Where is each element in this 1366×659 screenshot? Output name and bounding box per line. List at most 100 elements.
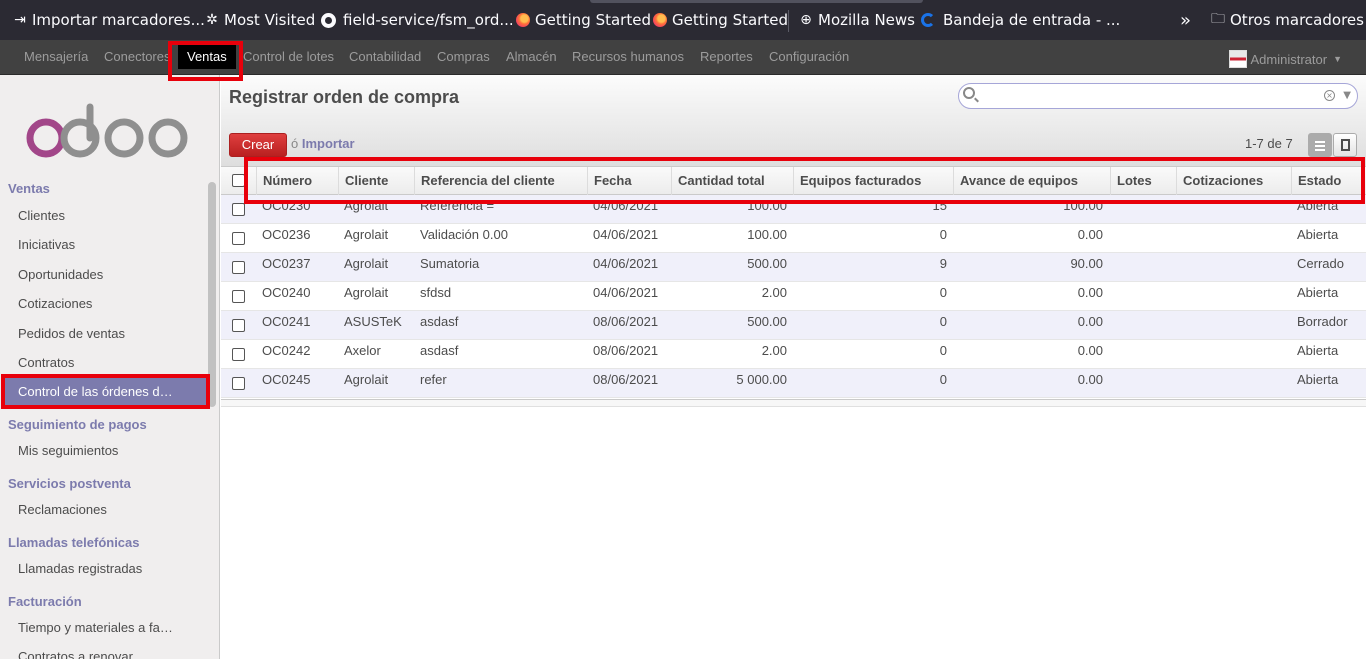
bookmark-most-visited[interactable]: ✲ Most Visited: [204, 0, 315, 40]
cell-cliente: Agrolait: [344, 372, 389, 387]
bookmark-inbox[interactable]: Bandeja de entrada - ...: [920, 0, 1120, 40]
column-lotes[interactable]: Lotes: [1110, 167, 1176, 195]
row-checkbox[interactable]: [232, 261, 245, 274]
sidebar-item-tiempo-materiales[interactable]: Tiempo y materiales a fa…: [18, 620, 173, 635]
bookmarks-toolbar: ⇥ Importar marcadores... ✲ Most Visited fi…: [0, 0, 1366, 40]
cell-equipos-facturados: 15: [932, 198, 947, 213]
menu-conectores[interactable]: Conectores: [104, 49, 170, 64]
cell-avance-equipos: 0.00: [1077, 227, 1103, 242]
cell-referencia: Validación 0.00: [420, 227, 508, 242]
sidebar-scrollbar[interactable]: [208, 182, 216, 407]
bookmark-getting-started-1[interactable]: Getting Started: [515, 0, 651, 40]
sidebar-item-oportunidades[interactable]: Oportunidades: [18, 267, 103, 282]
cell-estado: Abierta: [1297, 343, 1339, 358]
list-view-button[interactable]: [1308, 133, 1332, 157]
sidebar-item-iniciativas[interactable]: Iniciativas: [18, 237, 75, 252]
menu-reportes[interactable]: Reportes: [700, 49, 753, 64]
cell-lotes: [1116, 282, 1176, 311]
sidebar-section-llamadas[interactable]: Llamadas telefónicas: [8, 535, 140, 550]
table-row[interactable]: OC0245 Agrolait refer 08/06/2021 5 000.00 0 0.…: [221, 369, 1366, 398]
column-cantidad-total[interactable]: Cantidad total: [671, 167, 793, 195]
sidebar-item-mis-seguimientos[interactable]: Mis seguimientos: [18, 443, 118, 458]
sidebar-item-contratos-renovar[interactable]: Contratos a renovar: [18, 649, 133, 659]
cell-cotizaciones: [1182, 369, 1291, 398]
column-referencia-cliente[interactable]: Referencia del cliente: [414, 167, 587, 195]
clear-search-icon[interactable]: ×: [1324, 90, 1335, 101]
menu-contabilidad[interactable]: Contabilidad: [349, 49, 421, 64]
cell-estado: Abierta: [1297, 198, 1339, 213]
user-menu[interactable]: Administrator ▼: [1228, 50, 1342, 68]
sidebar-section-ventas[interactable]: Ventas: [8, 181, 50, 196]
create-button[interactable]: Crear: [229, 133, 287, 157]
sidebar-item-cotizaciones[interactable]: Cotizaciones: [18, 296, 92, 311]
chevron-double-right-icon: »: [1180, 9, 1192, 31]
row-checkbox[interactable]: [232, 290, 245, 303]
table-row[interactable]: OC0242 Axelor asdasf 08/06/2021 2.00 0 0.00 Abi…: [221, 340, 1366, 369]
row-checkbox[interactable]: [232, 319, 245, 332]
menu-mensajeria[interactable]: Mensajería: [24, 49, 88, 64]
search-icon: [963, 87, 975, 99]
sidebar-item-contratos[interactable]: Contratos: [18, 355, 74, 370]
menu-control-de-lotes[interactable]: Control de lotes: [243, 49, 334, 64]
github-icon: [320, 12, 336, 28]
column-estado[interactable]: Estado: [1291, 167, 1366, 195]
bookmark-mozilla-news[interactable]: ⊕ Mozilla News: [798, 0, 915, 40]
cell-avance-equipos: 90.00: [1070, 256, 1103, 271]
sidebar-section-facturacion[interactable]: Facturación: [8, 594, 82, 609]
column-fecha[interactable]: Fecha: [587, 167, 671, 195]
column-avance-equipos[interactable]: Avance de equipos: [953, 167, 1110, 195]
column-equipos-facturados[interactable]: Equipos facturados: [793, 167, 953, 195]
cell-equipos-facturados: 0: [939, 343, 947, 358]
cell-cliente: ASUSTeK: [344, 314, 402, 329]
bookmark-import[interactable]: ⇥ Importar marcadores...: [12, 0, 205, 40]
column-cliente[interactable]: Cliente: [338, 167, 414, 195]
menu-ventas[interactable]: Ventas: [178, 44, 236, 69]
cell-fecha: 04/06/2021: [593, 285, 659, 300]
row-checkbox[interactable]: [232, 348, 245, 361]
column-numero[interactable]: Número: [256, 167, 338, 195]
column-cotizaciones[interactable]: Cotizaciones: [1176, 167, 1291, 195]
menu-configuracion[interactable]: Configuración: [769, 49, 849, 64]
row-checkbox[interactable]: [232, 232, 245, 245]
sidebar-item-reclamaciones[interactable]: Reclamaciones: [18, 502, 107, 517]
globe-icon: ⊕: [800, 12, 812, 28]
table-row[interactable]: OC0230 Agrolait Referencia = 04/06/2021 100.…: [221, 195, 1366, 224]
table-row[interactable]: OC0240 Agrolait sfdsd 04/06/2021 2.00 0 0.00 Ab…: [221, 282, 1366, 311]
sidebar-item-control-ordenes[interactable]: Control de las órdenes d…: [4, 377, 208, 407]
sidebar-item-pedidos-de-ventas[interactable]: Pedidos de ventas: [18, 326, 125, 341]
form-view-button[interactable]: [1333, 133, 1357, 157]
cell-cantidad-total: 100.00: [747, 198, 787, 213]
menu-almacen[interactable]: Almacén: [506, 49, 557, 64]
sidebar-section-servicios-postventa[interactable]: Servicios postventa: [8, 476, 131, 491]
import-link[interactable]: Importar: [302, 136, 355, 151]
sidebar-item-clientes[interactable]: Clientes: [18, 208, 65, 223]
select-all-checkbox[interactable]: [232, 174, 245, 187]
row-checkbox[interactable]: [232, 203, 245, 216]
folder-icon: 🗀: [1211, 11, 1225, 27]
bookmarks-overflow-button[interactable]: »: [1180, 0, 1191, 40]
table-row[interactable]: OC0236 Agrolait Validación 0.00 04/06/2021 1…: [221, 224, 1366, 253]
cell-cliente: Axelor: [344, 343, 381, 358]
sidebar-section-seguimiento-pagos[interactable]: Seguimiento de pagos: [8, 417, 147, 432]
pager-value[interactable]: 1-7 de 7: [1245, 136, 1293, 151]
cell-cotizaciones: [1182, 253, 1291, 282]
cell-numero: OC0237: [262, 256, 311, 271]
menu-compras[interactable]: Compras: [437, 49, 490, 64]
table-row[interactable]: OC0241 ASUSTeK asdasf 08/06/2021 500.00 0 0.00…: [221, 311, 1366, 340]
row-checkbox[interactable]: [232, 377, 245, 390]
table-row[interactable]: OC0237 Agrolait Sumatoria 04/06/2021 500.00 9…: [221, 253, 1366, 282]
bookmark-getting-started-2[interactable]: Getting Started: [652, 0, 788, 40]
cell-cotizaciones: [1182, 282, 1291, 311]
bookmark-github[interactable]: field-service/fsm_ord...: [320, 0, 514, 40]
chevron-down-icon[interactable]: ▼: [1343, 90, 1351, 101]
sidebar-item-llamadas-registradas[interactable]: Llamadas registradas: [18, 561, 142, 576]
search-input[interactable]: [981, 87, 1311, 105]
cell-cliente: Agrolait: [344, 285, 389, 300]
cell-avance-equipos: 0.00: [1077, 285, 1103, 300]
menu-recursos-humanos[interactable]: Recursos humanos: [572, 49, 684, 64]
cell-equipos-facturados: 0: [939, 285, 947, 300]
firefox-icon: [652, 12, 668, 28]
cell-fecha: 08/06/2021: [593, 343, 659, 358]
other-bookmarks-folder[interactable]: 🗀 Otros marcadores: [1210, 0, 1364, 40]
cell-lotes: [1116, 311, 1176, 340]
